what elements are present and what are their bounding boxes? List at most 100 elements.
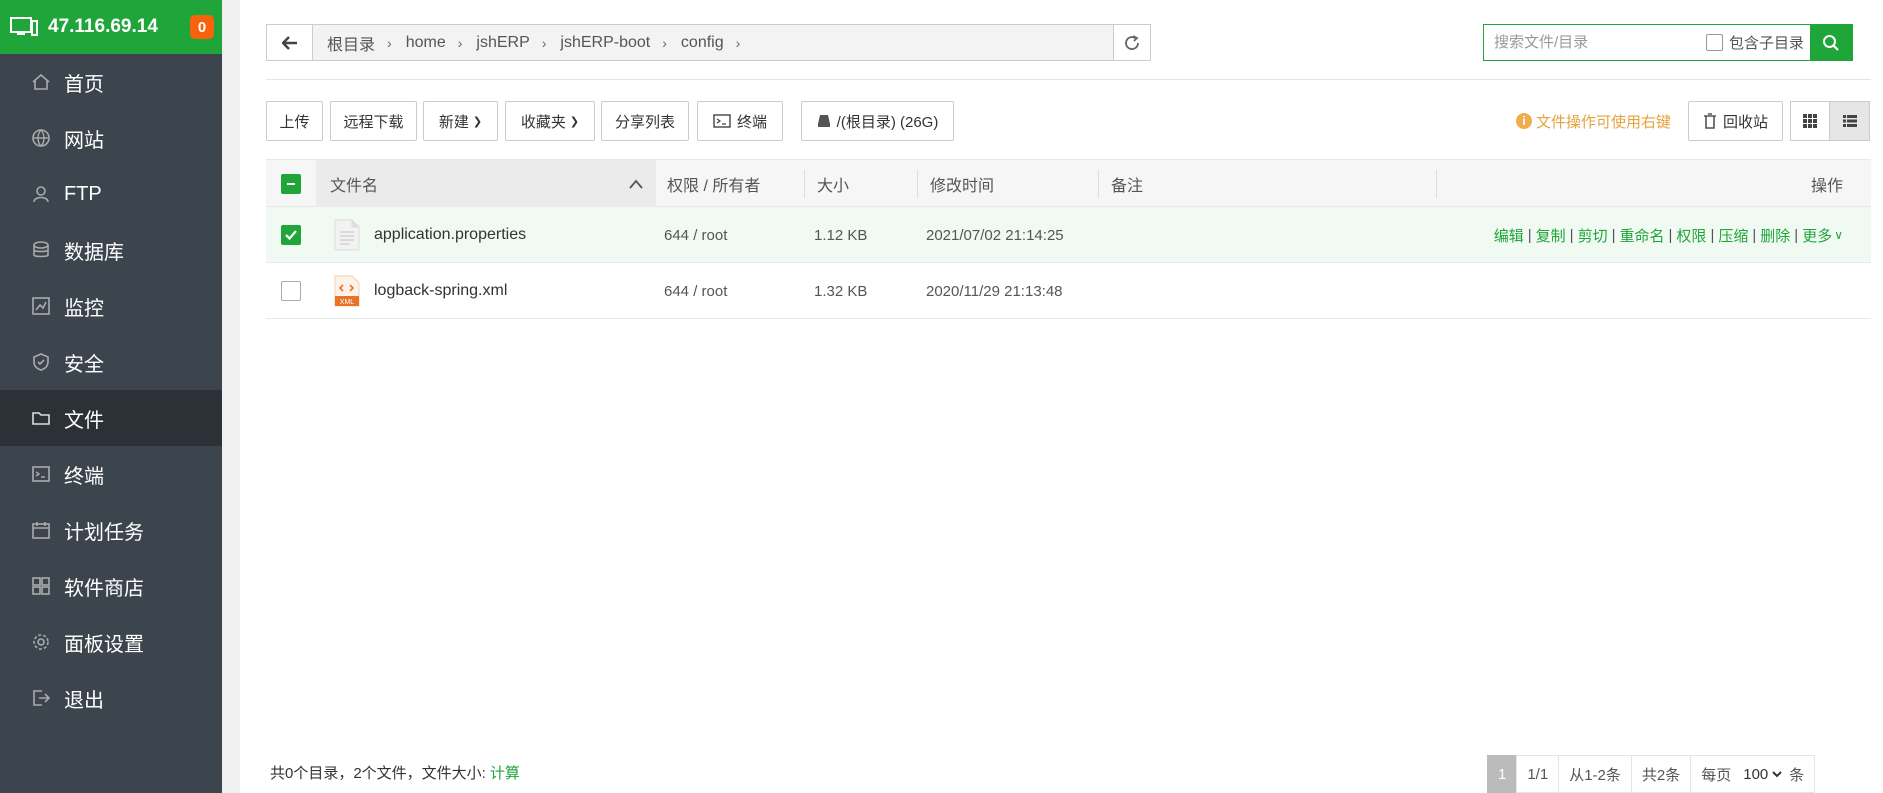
search-button[interactable] (1810, 25, 1852, 60)
terminal-icon (713, 114, 731, 128)
nav-item-monitor[interactable]: 监控 (0, 278, 222, 334)
per-page-unit: 条 (1789, 766, 1805, 784)
per-page-label: 每页 (1701, 766, 1732, 784)
page-current[interactable]: 1 (1487, 755, 1518, 793)
chevron-right-icon: › (735, 34, 741, 51)
checkbox-partial[interactable] (281, 174, 301, 194)
nav-item-ftp[interactable]: FTP (0, 166, 222, 222)
terminal-icon (30, 463, 52, 485)
include-subdir-checkbox[interactable]: 包含子目录 (1705, 25, 1804, 60)
crumb-jsherp-boot[interactable]: jshERP-boot (560, 34, 650, 52)
nav-item-settings[interactable]: 面板设置 (0, 614, 222, 670)
nav-item-files[interactable]: 文件 (0, 390, 222, 446)
sort-up-icon (629, 179, 643, 189)
col-name[interactable]: 文件名 (316, 160, 656, 208)
remote-download-button[interactable]: 远程下载 (330, 101, 417, 141)
crumb-root[interactable]: 根目录 (327, 31, 375, 55)
nav-label: 计划任务 (64, 521, 144, 544)
nav-item-security[interactable]: 安全 (0, 334, 222, 390)
chevron-down-icon: ❯ (569, 115, 580, 128)
disk-icon (817, 115, 830, 127)
nav-item-database[interactable]: 数据库 (0, 222, 222, 278)
calculate-link[interactable]: 计算 (490, 762, 520, 783)
search-box: 包含子目录 (1483, 24, 1853, 61)
file-text-icon (334, 207, 360, 263)
checkbox-checked[interactable] (281, 225, 301, 245)
edit-link[interactable]: 编辑 (1494, 225, 1524, 246)
server-ip: 47.116.69.14 (48, 16, 158, 37)
footer-summary: 共0个目录，2个文件，文件大小: 计算 (270, 757, 520, 787)
minus-icon (287, 183, 295, 185)
back-button[interactable] (266, 24, 313, 61)
col-divider (1436, 170, 1437, 198)
recycle-bin-button[interactable]: 回收站 (1688, 101, 1783, 141)
col-divider (804, 170, 805, 198)
svg-text:XML: XML (340, 299, 355, 306)
compress-link[interactable]: 压缩 (1718, 225, 1748, 246)
table-row[interactable]: XML logback-spring.xml 644 / root 1.32 K… (266, 263, 1871, 319)
table-header: 文件名 权限 / 所有者 大小 修改时间 备注 操作 (266, 159, 1871, 208)
notification-badge[interactable]: 0 (190, 15, 214, 39)
nav-item-website[interactable]: 网站 (0, 110, 222, 166)
nav-item-home[interactable]: 首页 (0, 54, 222, 110)
file-table: 文件名 权限 / 所有者 大小 修改时间 备注 操作 application.p… (266, 159, 1871, 319)
nav-label: 监控 (64, 297, 104, 320)
crumb-config[interactable]: config (681, 34, 724, 52)
file-name[interactable]: logback-spring.xml (374, 263, 507, 319)
col-mtime[interactable]: 修改时间 (930, 160, 994, 208)
more-link[interactable]: 更多 (1802, 225, 1832, 246)
file-manager: 根目录 › home › jshERP › jshERP-boot › config › … (240, 0, 1883, 793)
crumb-jsherp[interactable]: jshERP (476, 34, 529, 52)
checkbox[interactable] (281, 281, 301, 301)
info-icon: i (1516, 113, 1532, 129)
right-click-tip: i 文件操作可使用右键 (1516, 101, 1671, 141)
per-page-select[interactable]: 100 (1739, 764, 1786, 784)
summary-text: 共0个目录，2个文件，文件大小: (270, 764, 486, 782)
nav-item-cron[interactable]: 计划任务 (0, 502, 222, 558)
nav-label: 文件 (64, 409, 104, 432)
row-checkbox[interactable] (281, 207, 301, 263)
rename-link[interactable]: 重命名 (1620, 225, 1665, 246)
nav-item-logout[interactable]: 退出 (0, 670, 222, 726)
checkbox[interactable] (1705, 34, 1723, 51)
grid-view-button[interactable] (1790, 101, 1830, 141)
copy-link[interactable]: 复制 (1536, 225, 1566, 246)
upload-button[interactable]: 上传 (266, 101, 323, 141)
search-input[interactable] (1484, 25, 1706, 60)
nav-label: 软件商店 (64, 577, 144, 600)
nav-item-store[interactable]: 软件商店 (0, 558, 222, 614)
permission-link[interactable]: 权限 (1676, 225, 1706, 246)
col-perm[interactable]: 权限 / 所有者 (667, 160, 760, 208)
col-divider (917, 170, 918, 198)
row-checkbox[interactable] (281, 263, 301, 319)
nav-label: 面板设置 (64, 633, 144, 656)
refresh-button[interactable] (1113, 24, 1151, 61)
select-all-checkbox[interactable] (281, 160, 301, 208)
list-icon (1842, 115, 1857, 127)
crumb-home[interactable]: home (406, 34, 446, 52)
trash-icon (1703, 113, 1716, 129)
cut-link[interactable]: 剪切 (1578, 225, 1608, 246)
nav-label: 网站 (64, 129, 104, 152)
delete-link[interactable]: 删除 (1760, 225, 1790, 246)
col-remark: 备注 (1111, 178, 1144, 195)
col-ops: 操作 (1810, 178, 1843, 195)
new-button[interactable]: 新建 ❯ (423, 101, 498, 141)
list-view-button[interactable] (1829, 101, 1870, 141)
nav-label: 首页 (64, 73, 104, 96)
file-name[interactable]: application.properties (374, 207, 526, 263)
grid-icon (1803, 114, 1817, 128)
share-list-button[interactable]: 分享列表 (601, 101, 689, 141)
nav-item-terminal[interactable]: 终端 (0, 446, 222, 502)
terminal-button[interactable]: 终端 (697, 101, 783, 141)
path-bar: 根目录 › home › jshERP › jshERP-boot › config › … (266, 24, 1853, 62)
file-perm[interactable]: 644 / root (664, 263, 727, 319)
shield-icon (30, 351, 52, 373)
breadcrumb[interactable]: 根目录 › home › jshERP › jshERP-boot › config › (312, 24, 1114, 61)
file-perm[interactable]: 644 / root (664, 207, 727, 263)
table-row[interactable]: application.properties 644 / root 1.12 K… (266, 207, 1871, 263)
col-size[interactable]: 大小 (817, 160, 849, 208)
favorites-button[interactable]: 收藏夹 ❯ (505, 101, 595, 141)
file-mtime: 2020/11/29 21:13:48 (926, 282, 1063, 300)
disk-button[interactable]: /(根目录) (26G) (801, 101, 954, 141)
